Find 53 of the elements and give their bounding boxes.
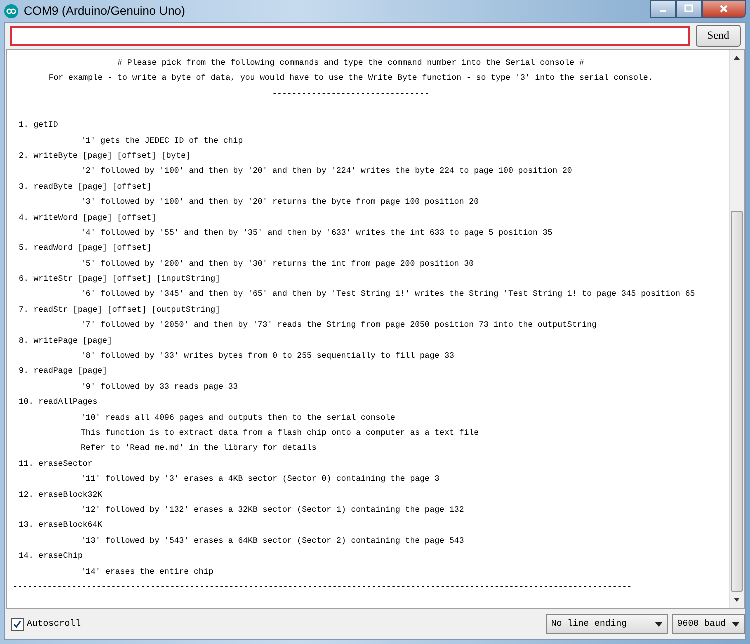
console-line: '7' followed by '2050' and then by '73' reads the String from page 2050 position 73 into the outputString	[80, 320, 598, 332]
maximize-icon	[684, 4, 694, 14]
window-title: COM9 (Arduino/Genuino Uno)	[24, 4, 186, 18]
console-line: '3' followed by '100' and then by '20' returns the byte from page 100 position 20	[80, 197, 480, 210]
autoscroll-checkbox[interactable]	[11, 618, 24, 630]
command-line: 2. writeByte [page] [offset] [byte]	[18, 150, 192, 163]
divider-text: ------------------------------------------------------------------------------------------------------------------------------	[13, 582, 634, 594]
command-line: 11. eraseSector	[18, 458, 94, 471]
console-line: # Please pick from the following commands and type the command number into the Serial console #	[116, 58, 586, 70]
command-line: 10. readAllPages	[18, 397, 99, 410]
caret-icon	[655, 622, 664, 626]
console-line: '9' followed by 33 reads page 33	[80, 382, 240, 394]
close-icon	[719, 4, 729, 14]
send-button[interactable]: Send	[696, 25, 741, 47]
command-line: 14. eraseChip	[18, 551, 84, 564]
close-button[interactable]	[702, 0, 746, 18]
infinity-logo-icon	[4, 4, 19, 18]
maximize-button[interactable]	[676, 0, 702, 18]
command-line: 12. eraseBlock32K	[18, 490, 104, 502]
console-line: '14' erases the entire chip	[80, 566, 215, 578]
message-input-field[interactable]	[10, 26, 690, 46]
console-line: '6' followed by '345' and then by '65' and then by 'Test String 1!' writes the String 'Test String 1! to page 345 position 65	[80, 289, 696, 302]
console-line: For example - to write a byte of data, you would have to use the Write Byte function - so type '3' into the serial console.	[48, 73, 654, 86]
command-line: 3. readByte [page] [offset]	[18, 182, 153, 194]
command-line: 9. readPage [page]	[18, 366, 108, 378]
console-line: '11' followed by '3' erases a 4KB sector (Sector 0) containing the page 3	[80, 474, 441, 486]
minimize-button[interactable]	[650, 0, 676, 18]
autoscroll-label: Autoscroll	[27, 619, 82, 629]
console-line: '2' followed by '100' and then by '20' and then by '224' writes the byte 224 to page 100 position 20	[80, 166, 574, 178]
console-line: Refer to 'Read me.md' in the library for details	[80, 443, 318, 456]
command-line: 6. writeStr [page] [offset] [inputString]	[18, 274, 222, 286]
console-line: '5' followed by '200' and then by '30' returns the int from page 200 position 30	[80, 258, 476, 271]
console-line: '1' gets the JEDEC ID of the chip	[80, 136, 244, 148]
scrollbar[interactable]	[729, 50, 744, 608]
dropdown[interactable]: No line ending	[546, 614, 668, 634]
caret-icon	[732, 622, 740, 626]
console-line: '12' followed by '132' erases a 32KB sector (Sector 1) containing the page 132	[80, 504, 466, 517]
scrollbar-thumb[interactable]	[731, 211, 743, 592]
dropdown[interactable]: 9600 baud	[672, 614, 745, 634]
console-line: '4' followed by '55' and then by '35' and then by '633' writes the int 633 to page 5 position 35	[80, 228, 554, 240]
console-line: '8' followed by '33' writes bytes from 0 to 255 sequentially to fill page 33	[80, 351, 456, 364]
console-line: '10' reads all 4096 pages and outputs then to the serial console	[80, 412, 396, 425]
console-line: '13' followed by '543' erases a 64KB sector (Sector 2) containing the page 543	[80, 536, 466, 548]
scroll-up-icon[interactable]	[733, 55, 741, 61]
console-line: This function is to extract data from a flash chip onto a computer as a text file	[80, 428, 480, 440]
scroll-down-icon[interactable]	[733, 597, 741, 603]
command-line: 5. readWord [page] [offset]	[18, 243, 153, 256]
command-line: 1. getID	[18, 120, 60, 132]
command-line: 8. writePage [page]	[18, 336, 114, 348]
command-line: 13. eraseBlock64K	[18, 520, 104, 532]
divider-text: --------------------------------	[271, 88, 431, 101]
command-line: 7. readStr [page] [offset] [outputString]	[18, 304, 222, 317]
command-line: 4. writeWord [page] [offset]	[18, 212, 158, 225]
